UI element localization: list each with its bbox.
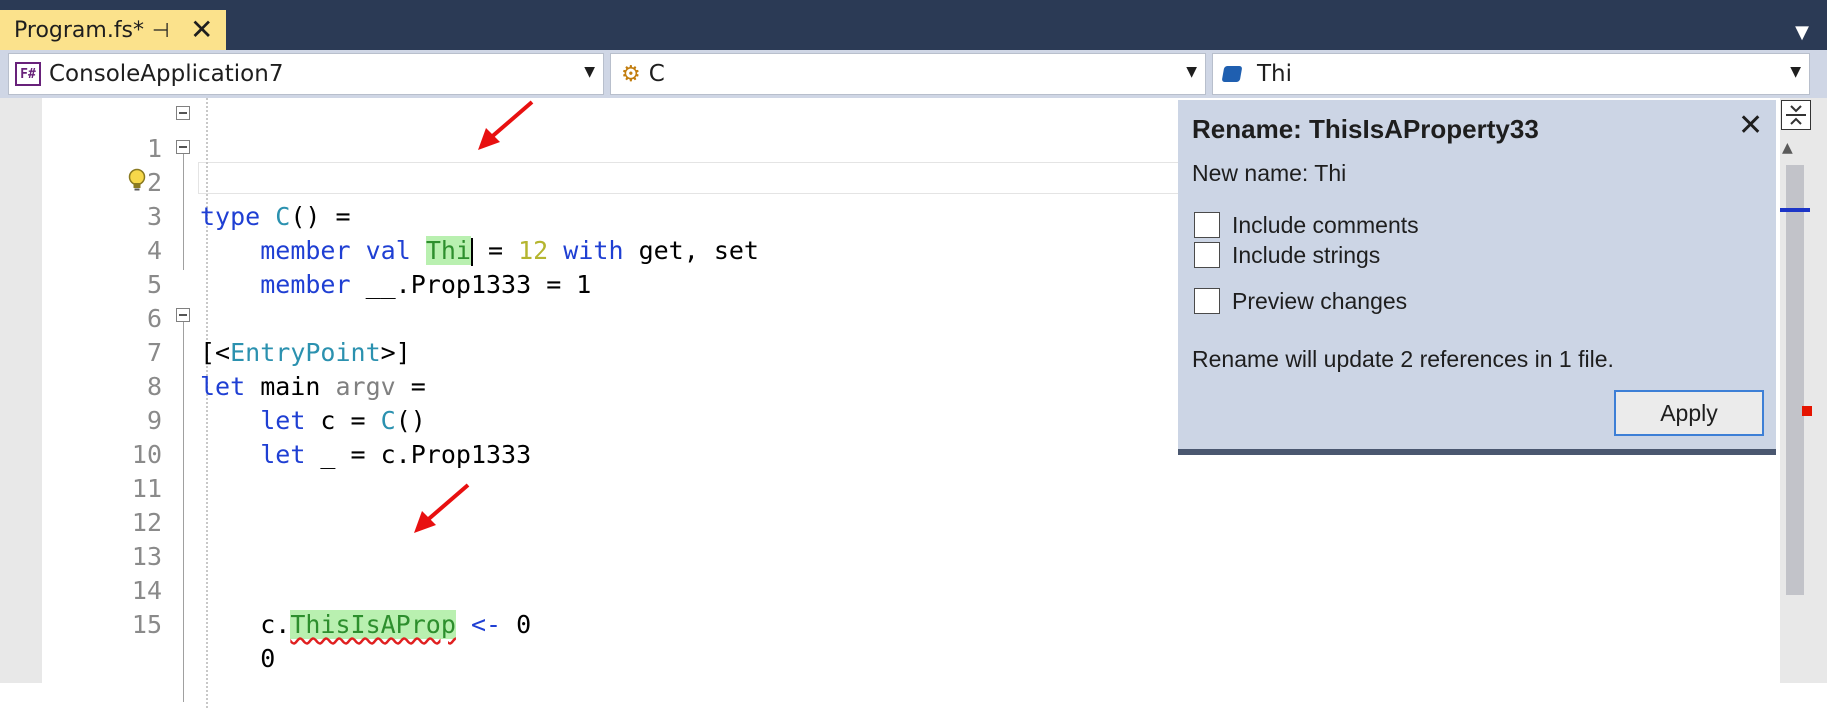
code-line: 8 let c = C() — [42, 336, 1172, 435]
document-tab-strip: Program.fs* ⊣ ✕ ▼ — [0, 0, 1827, 50]
line-number: 15 — [131, 610, 162, 639]
code-text: 0 — [260, 644, 276, 673]
class-icon: ⚙ — [621, 61, 641, 87]
rename-status-text: Rename will update 2 references in 1 fil… — [1192, 346, 1614, 372]
rename-title: Rename: ThisIsAProperty33 — [1192, 114, 1539, 144]
annotation-arrow-icon — [414, 483, 470, 533]
member-dropdown[interactable]: Thi ▼ — [1212, 53, 1810, 95]
code-line: 14 c.ThisIsAProp <- 0 — [42, 540, 1172, 639]
pin-icon[interactable]: ⊣ — [152, 18, 169, 42]
code-line: 2 type C() = — [42, 132, 1172, 231]
project-dropdown-value: ConsoleApplication7 — [49, 61, 284, 87]
include-strings-checkbox[interactable] — [1194, 242, 1220, 268]
preview-changes-label[interactable]: Preview changes — [1232, 288, 1407, 315]
tab-program-fs[interactable]: Program.fs* ⊣ ✕ — [0, 10, 226, 50]
member-dropdown-value: Thi — [1257, 61, 1293, 87]
fsharp-project-icon: F# — [15, 62, 41, 86]
close-tab-icon[interactable]: ✕ — [190, 14, 213, 46]
preview-changes-checkbox[interactable] — [1194, 288, 1220, 314]
code-text: 0 — [516, 610, 532, 639]
code-line: 12 — [42, 472, 1172, 537]
close-icon[interactable]: ✕ — [1738, 110, 1763, 142]
scrollbar-thumb[interactable] — [1786, 165, 1804, 595]
indicator-margin — [0, 98, 42, 683]
code-line: 1 — [42, 98, 1172, 163]
new-name-label: New name: Thi — [1192, 160, 1347, 186]
code-line: 15 0 — [42, 574, 1172, 673]
code-line: 9 let _ = c.Prop1333 — [42, 370, 1172, 469]
tab-overflow-chevron-icon[interactable]: ▼ — [1795, 22, 1809, 43]
code-line: 6 [<EntryPoint>] — [42, 268, 1172, 367]
type-dropdown[interactable]: ⚙ C ▼ — [610, 53, 1206, 95]
chevron-down-icon: ▼ — [1186, 64, 1197, 80]
property-icon — [1221, 66, 1243, 82]
code-line: 13 — [42, 506, 1172, 571]
code-line: 11 — [42, 438, 1172, 503]
type-dropdown-value: C — [648, 61, 665, 87]
project-dropdown[interactable]: F# ConsoleApplication7 ▼ — [8, 53, 604, 95]
assignment-operator: <- — [455, 610, 517, 639]
chevron-down-icon: ▼ — [584, 64, 595, 80]
include-comments-checkbox[interactable] — [1194, 212, 1220, 238]
code-line: 10 — [42, 404, 1172, 469]
scroll-up-arrow-icon[interactable]: ▲ — [1782, 140, 1793, 156]
code-line: 4 member __.Prop1333 = 1 — [42, 200, 1172, 299]
error-marker — [1802, 406, 1812, 416]
chevron-down-icon: ▼ — [1790, 64, 1801, 80]
tab-title: Program.fs* — [14, 17, 145, 43]
apply-button[interactable]: Apply — [1614, 390, 1764, 436]
split-icon — [1786, 105, 1806, 125]
split-window-button[interactable] — [1781, 100, 1811, 130]
include-comments-label[interactable]: Include comments — [1232, 212, 1419, 239]
code-line: 5 — [42, 234, 1172, 299]
rename-reference-highlight[interactable]: ThisIsAProp — [290, 610, 456, 639]
include-strings-label[interactable]: Include strings — [1232, 242, 1380, 269]
code-text: c. — [260, 610, 291, 639]
caret-position-marker — [1780, 208, 1810, 212]
code-line: 7 let main argv = — [42, 302, 1172, 401]
navigation-bar: F# ConsoleApplication7 ▼ ⚙ C ▼ Thi ▼ — [0, 50, 1827, 98]
code-line: 3 member val Thi = 12 with get, set — [42, 166, 1172, 266]
annotation-arrow-icon — [478, 100, 534, 150]
rename-dashboard: Rename: ThisIsAProperty33 ✕ New name: Th… — [1178, 100, 1776, 455]
